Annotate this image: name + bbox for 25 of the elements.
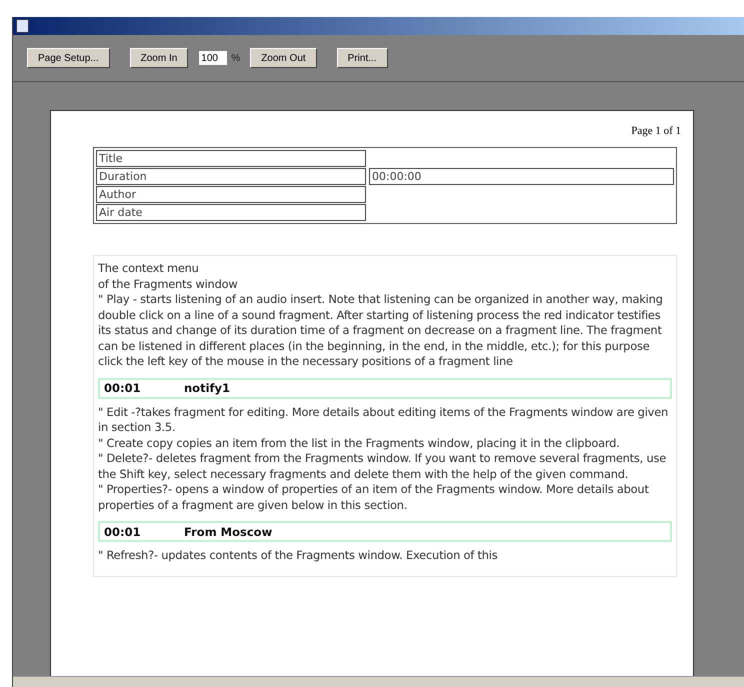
- field-value: 00:00:00: [369, 168, 674, 185]
- toolbar-button[interactable]: Zoom In: [130, 48, 188, 68]
- fragment-time: 00:01: [104, 524, 142, 538]
- paragraph: " Create copy copies an item from the list in the Fragments window, placing it in the clipboard.: [98, 436, 621, 451]
- page-number: Page 1 of 1: [630, 125, 681, 137]
- paragraph: The context menu: [98, 261, 200, 276]
- field-label: Title: [96, 150, 366, 167]
- paragraph: " Refresh?- updates contents of the Fragments window. Execution of this: [98, 548, 498, 564]
- field-label: Air date: [96, 204, 366, 221]
- field-label: Author: [96, 186, 366, 203]
- toolbar-button[interactable]: Zoom Out: [250, 48, 317, 68]
- paragraph: " Properties?- opens a window of properties of an item of the Fragments window. More details about properties of a fragment are given below in this section.: [98, 482, 650, 513]
- fragment-name: notify1: [184, 381, 230, 395]
- paragraph: " Delete?- deletes fragment from the Fragments window. If you want to remove several fragments, use the Shift key, select necessary fragments and delete them with the help of the given command.: [98, 451, 668, 482]
- paragraph: " Play - starts listening of an audio insert. Note that listening can be organized in another way, making double click on a line of a sound fragment. After starting of listening process the red indicator testifies its status and change of its duration time of a fragment on decrease on a fragment line. The fragment can be listened in different places (in the beginning, in the end, in the middle, etc.); for this purpose click the left key of the mouse in the necessary positions of a fragment line: [98, 292, 664, 370]
- zoom-field[interactable]: 100: [198, 50, 228, 66]
- field-label: Duration: [96, 168, 366, 185]
- app-icon: [16, 19, 29, 33]
- paragraph: of the Fragments window: [98, 276, 238, 292]
- percent-label: %: [231, 52, 240, 64]
- paragraph: " Edit -?takes fragment for editing. More details about editing items of the Fragments window are given in section 3.5.: [98, 404, 670, 436]
- toolbar-button[interactable]: Print...: [336, 48, 388, 68]
- toolbar-button[interactable]: Page Setup...: [27, 48, 110, 68]
- fragment-name: From Moscow: [184, 524, 272, 538]
- fragment-time: 00:01: [104, 381, 142, 395]
